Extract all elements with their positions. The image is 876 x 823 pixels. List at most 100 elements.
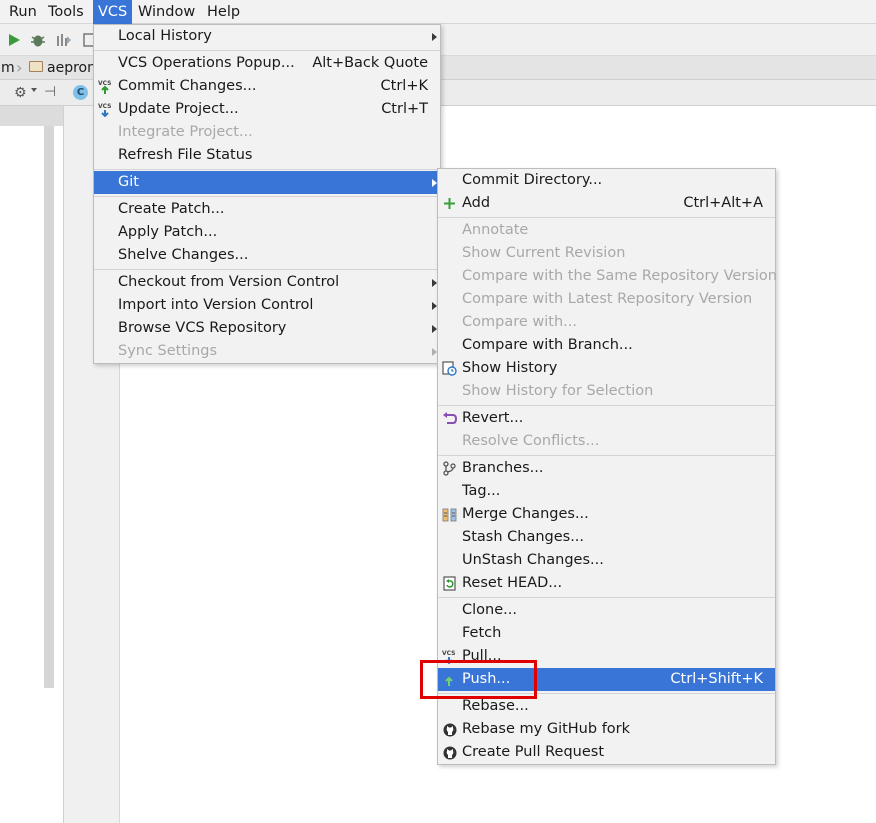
- menu-item-revert[interactable]: Revert...: [438, 407, 775, 430]
- menu-item-local-history[interactable]: Local History: [94, 25, 440, 48]
- menu-item-label: Branches...: [462, 460, 544, 476]
- menu-item-label: Create Pull Request: [462, 744, 605, 760]
- menu-item-branches[interactable]: Branches...: [438, 457, 775, 480]
- menu-item-shortcut: Ctrl+T: [381, 101, 428, 117]
- github-icon: [442, 722, 457, 737]
- menu-item-unstash-changes[interactable]: UnStash Changes...: [438, 549, 775, 572]
- reset-icon: [442, 576, 457, 591]
- menu-item-resolve-conflicts[interactable]: Resolve Conflicts...: [438, 430, 775, 453]
- menu-item-commit-changes[interactable]: VCS Commit Changes... Ctrl+K: [94, 75, 440, 98]
- menu-item-git[interactable]: Git: [94, 171, 440, 194]
- svg-text:VCS: VCS: [98, 103, 111, 110]
- run-icon[interactable]: [5, 31, 23, 49]
- menu-item-checkout[interactable]: Checkout from Version Control: [94, 271, 440, 294]
- breadcrumb-separator: ›: [16, 58, 23, 77]
- menu-item-annotate[interactable]: Annotate: [438, 219, 775, 242]
- menu-item-refresh-file-status[interactable]: Refresh File Status: [94, 144, 440, 167]
- dropdown-arrow-icon[interactable]: [31, 88, 37, 92]
- menu-item-merge-changes[interactable]: Merge Changes...: [438, 503, 775, 526]
- menu-item-rebase-github-fork[interactable]: Rebase my GitHub fork: [438, 718, 775, 741]
- menu-item-label: Annotate: [462, 222, 529, 238]
- menu-item-label: Apply Patch...: [118, 224, 218, 240]
- menu-separator: [438, 597, 775, 598]
- menu-item-label: Fetch: [462, 625, 502, 641]
- menu-item-commit-directory[interactable]: Commit Directory...: [438, 169, 775, 192]
- menu-item-update-project[interactable]: VCS Update Project... Ctrl+T: [94, 98, 440, 121]
- menu-item-apply-patch[interactable]: Apply Patch...: [94, 221, 440, 244]
- menu-item-shortcut: Alt+Back Quote: [312, 55, 428, 71]
- menu-help[interactable]: Help: [202, 0, 245, 24]
- branch-icon: [442, 461, 457, 476]
- menu-item-compare-with-branch[interactable]: Compare with Branch...: [438, 334, 775, 357]
- debug-icon[interactable]: [29, 31, 47, 49]
- plus-icon: [442, 196, 457, 211]
- menu-separator: [94, 196, 440, 197]
- menu-item-label: Checkout from Version Control: [118, 274, 340, 290]
- menu-item-browse-repository[interactable]: Browse VCS Repository: [94, 317, 440, 340]
- folder-icon: [29, 61, 43, 72]
- menu-separator: [94, 50, 440, 51]
- menu-item-vcs-operations-popup[interactable]: VCS Operations Popup... Alt+Back Quote: [94, 52, 440, 75]
- menu-item-create-patch[interactable]: Create Patch...: [94, 198, 440, 221]
- menu-item-label: Commit Directory...: [462, 172, 603, 188]
- menu-tools[interactable]: Tools: [43, 0, 89, 24]
- menu-item-label: Show History: [462, 360, 558, 376]
- breadcrumb-module[interactable]: m: [1, 56, 15, 80]
- menu-item-label: Resolve Conflicts...: [462, 433, 600, 449]
- menu-item-compare-same-repo[interactable]: Compare with the Same Repository Version: [438, 265, 777, 288]
- menu-item-compare-with[interactable]: Compare with...: [438, 311, 775, 334]
- menu-item-label: Sync Settings: [118, 343, 218, 359]
- menu-item-label: Tag...: [462, 483, 501, 499]
- menu-item-label: Integrate Project...: [118, 124, 253, 140]
- menu-separator: [438, 405, 775, 406]
- menu-item-label: Add: [462, 195, 491, 211]
- svg-text:VCS: VCS: [442, 650, 455, 657]
- menu-item-label: Clone...: [462, 602, 517, 618]
- menu-item-label: Show History for Selection: [462, 383, 654, 399]
- menu-window[interactable]: Window: [133, 0, 200, 24]
- menu-item-label: Merge Changes...: [462, 506, 589, 522]
- menu-item-sync-settings[interactable]: Sync Settings: [94, 340, 440, 363]
- menu-run[interactable]: Run: [4, 0, 42, 24]
- vcs-menu: Local History VCS Operations Popup... Al…: [93, 24, 441, 364]
- menu-item-label: Browse VCS Repository: [118, 320, 287, 336]
- menu-item-label: Refresh File Status: [118, 147, 253, 163]
- menu-item-label: Compare with Branch...: [462, 337, 633, 353]
- submenu-arrow-icon: [432, 33, 437, 41]
- class-file-icon: C: [73, 85, 88, 100]
- menu-item-fetch[interactable]: Fetch: [438, 622, 775, 645]
- pin-icon[interactable]: ⊣: [44, 84, 56, 100]
- menu-item-show-current-revision[interactable]: Show Current Revision: [438, 242, 775, 265]
- menu-item-clone[interactable]: Clone...: [438, 599, 775, 622]
- menu-item-label: UnStash Changes...: [462, 552, 604, 568]
- coverage-icon[interactable]: [55, 31, 73, 49]
- menu-item-tag[interactable]: Tag...: [438, 480, 775, 503]
- menu-item-integrate-project[interactable]: Integrate Project...: [94, 121, 440, 144]
- menu-item-label: Show Current Revision: [462, 245, 626, 261]
- menu-item-compare-latest-repo[interactable]: Compare with Latest Repository Version: [438, 288, 775, 311]
- menu-item-shelve-changes[interactable]: Shelve Changes...: [94, 244, 440, 267]
- menu-item-show-history[interactable]: Show History: [438, 357, 775, 380]
- menu-item-label: Compare with the Same Repository Version: [462, 268, 777, 284]
- menu-item-label: Reset HEAD...: [462, 575, 563, 591]
- menu-item-label: Shelve Changes...: [118, 247, 249, 263]
- menu-vcs[interactable]: VCS: [93, 0, 133, 24]
- menu-separator: [94, 169, 440, 170]
- menu-item-label: Compare with...: [462, 314, 577, 330]
- menu-item-add[interactable]: Add Ctrl+Alt+A: [438, 192, 775, 215]
- menu-item-import[interactable]: Import into Version Control: [94, 294, 440, 317]
- history-icon: [442, 361, 457, 376]
- menu-item-reset-head[interactable]: Reset HEAD...: [438, 572, 775, 595]
- menu-item-label: Update Project...: [118, 101, 239, 117]
- merge-icon: [442, 507, 457, 522]
- breadcrumb-project[interactable]: aepron: [47, 56, 96, 80]
- menu-item-label: Commit Changes...: [118, 78, 257, 94]
- github-icon: [442, 745, 457, 760]
- menu-item-label: Compare with Latest Repository Version: [462, 291, 753, 307]
- menu-item-label: Git: [118, 174, 139, 190]
- menu-item-label: Revert...: [462, 410, 524, 426]
- menu-item-show-history-selection[interactable]: Show History for Selection: [438, 380, 775, 403]
- settings-gear-icon[interactable]: ⚙: [14, 85, 27, 101]
- menu-item-stash-changes[interactable]: Stash Changes...: [438, 526, 775, 549]
- menu-item-create-pull-request[interactable]: Create Pull Request: [438, 741, 775, 764]
